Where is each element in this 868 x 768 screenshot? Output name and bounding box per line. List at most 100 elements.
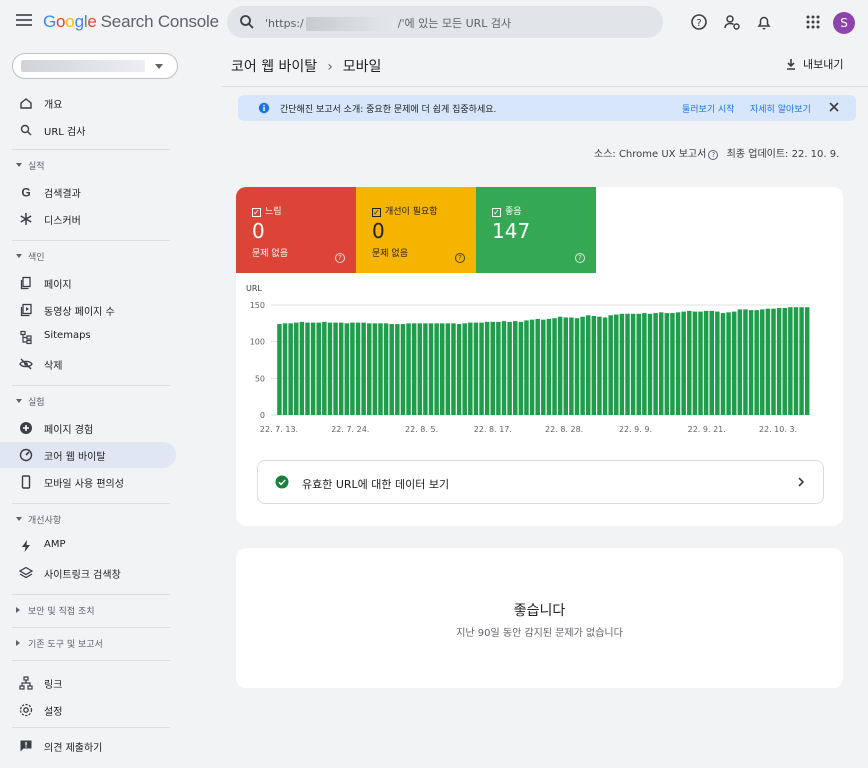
bar [372, 323, 378, 415]
feedback-button[interactable]: 의견 제출하기 [0, 733, 180, 759]
bar [490, 321, 496, 415]
bar [625, 313, 630, 415]
sidebar-divider [12, 627, 170, 628]
empty-state-subtitle: 지난 90일 동안 감지된 문제가 없습니다 [456, 628, 623, 639]
status-tile-2[interactable]: ✓ 좋음 147 ? [476, 187, 596, 273]
bar [687, 310, 692, 415]
sidebar-item-google-g[interactable]: G 검색결과 [0, 179, 180, 205]
bar [395, 324, 400, 415]
sidebar-item-video-pages[interactable]: 동영상 페이지 수 [0, 297, 180, 323]
search-placeholder: 'https://'에 있는 모든 URL 검사 [265, 17, 512, 31]
sidebar-item-label: 페이지 [44, 280, 72, 291]
help-icon[interactable]: ? [689, 12, 709, 32]
bar [703, 310, 709, 415]
sidebar-item-sitemap[interactable]: Sitemaps [0, 324, 180, 350]
property-selector[interactable] [12, 53, 178, 79]
bar [462, 323, 467, 415]
bar [288, 323, 293, 415]
caret-right-icon [16, 607, 20, 613]
view-valid-urls-button[interactable]: 유효한 URL에 대한 데이터 보기 [257, 460, 824, 504]
help-icon[interactable]: ? [455, 253, 465, 263]
menu-icon[interactable] [16, 14, 32, 28]
bar [670, 313, 675, 415]
sidebar-item-label: 디스커버 [44, 216, 81, 227]
sidebar-item-label: 코어 웹 바이탈 [44, 452, 106, 463]
sidebar-item-asterisk[interactable]: 디스커버 [0, 206, 180, 232]
sidebar-item-bolt[interactable]: AMP [0, 533, 180, 559]
sidebar-item-pages[interactable]: 페이지 [0, 270, 180, 296]
help-icon[interactable]: ? [335, 253, 345, 263]
sidebar-item-label: AMP [44, 539, 66, 550]
sidebar-section-header[interactable]: 개선사항 [0, 510, 180, 530]
help-icon[interactable]: ? [575, 253, 585, 263]
bell-icon[interactable] [754, 12, 774, 32]
y-axis-label: URL [246, 284, 262, 293]
bar [434, 323, 439, 415]
sidebar-item-settings[interactable]: 설정 [0, 697, 180, 723]
phone-icon [21, 475, 31, 489]
sidebar-item-search[interactable]: URL 검사 [0, 117, 180, 143]
bolt-icon [22, 540, 30, 552]
sidebar-section-header[interactable]: 보안 및 직접 조치 [0, 601, 180, 621]
status-tile-1[interactable]: ✓ 개선이 필요함 0 문제 없음 ? [356, 187, 476, 273]
bar [411, 323, 417, 415]
last-updated: 최종 업데이트: 22. 10. 9. [726, 149, 840, 160]
top-app-bar: Google Search Console 'https://'에 있는 모든 U… [0, 0, 868, 46]
sidebar-section-header[interactable]: 색인 [0, 247, 180, 267]
bar [720, 313, 726, 415]
bar [428, 323, 434, 415]
status-tile-0[interactable]: ✓ 느림 0 문제 없음 ? [236, 187, 356, 273]
sidebar-section-header[interactable]: 실적 [0, 156, 180, 176]
breadcrumb-parent[interactable]: 코어 웹 바이탈 [231, 59, 317, 75]
x-tick-label: 22. 10. 3. [759, 425, 797, 434]
bar [512, 321, 518, 415]
bar [771, 308, 776, 415]
manage-users-icon[interactable] [722, 12, 742, 32]
bar [681, 311, 686, 415]
bar [754, 310, 759, 415]
url-inspect-search[interactable]: 'https://'에 있는 모든 URL 검사 [227, 6, 663, 38]
learn-more-link[interactable]: 자세히 알아보기 [750, 102, 811, 115]
bar [642, 313, 647, 415]
sidebar-item-label: 링크 [44, 680, 63, 691]
source-label: 소스: Chrome UX 보고서 [594, 149, 707, 160]
avatar[interactable]: S [833, 12, 855, 34]
caret-down-icon [16, 163, 22, 167]
sidebar-item-eye-off[interactable]: 삭제 [0, 351, 180, 377]
caret-down-icon [16, 399, 22, 403]
chevron-right-icon [798, 477, 805, 487]
y-tick-label: 150 [250, 301, 265, 310]
x-tick-label: 22. 7. 13. [260, 425, 298, 434]
sidebar-item-links[interactable]: 링크 [0, 670, 180, 696]
close-icon[interactable] [828, 101, 840, 113]
bar [715, 311, 720, 415]
app-logo[interactable]: Google Search Console [43, 12, 219, 32]
x-tick-label: 22. 8. 17. [474, 425, 512, 434]
sidebar-item-phone[interactable]: 모바일 사용 편의성 [0, 469, 180, 495]
bar [456, 324, 462, 415]
bar [647, 313, 653, 415]
start-tour-link[interactable]: 둘러보기 시작 [682, 102, 735, 115]
export-button[interactable]: 내보내기 [785, 56, 843, 72]
sidebar-divider [12, 149, 170, 150]
search-icon [20, 124, 32, 136]
sidebar-section-header[interactable]: 기존 도구 및 보고서 [0, 634, 180, 654]
banner-text: 간단해진 보고서 소개: 중요한 문제에 더 쉽게 집중하세요. [280, 105, 497, 115]
bar [344, 323, 350, 415]
sidebar-item-gauge[interactable]: 코어 웹 바이탈 [0, 442, 176, 468]
sidebar-item-home[interactable]: 개요 [0, 90, 180, 116]
sidebar-section-header[interactable]: 실험 [0, 392, 180, 412]
help-icon[interactable]: ? [708, 150, 719, 160]
sidebar-divider [12, 594, 170, 595]
bar [451, 323, 456, 415]
empty-state-title: 좋습니다 [513, 603, 566, 619]
sidebar-item-layers[interactable]: 사이트링크 검색창 [0, 560, 180, 586]
caret-down-icon [155, 64, 163, 69]
checkbox-icon: ✓ [372, 208, 381, 217]
bar [788, 307, 793, 415]
bar [496, 321, 501, 415]
x-tick-label: 22. 9. 21. [688, 425, 726, 434]
sidebar-item-plus-circle[interactable]: 페이지 경험 [0, 415, 180, 441]
apps-grid-icon[interactable] [803, 12, 823, 32]
status-subtext: 문제 없음 [252, 249, 288, 259]
